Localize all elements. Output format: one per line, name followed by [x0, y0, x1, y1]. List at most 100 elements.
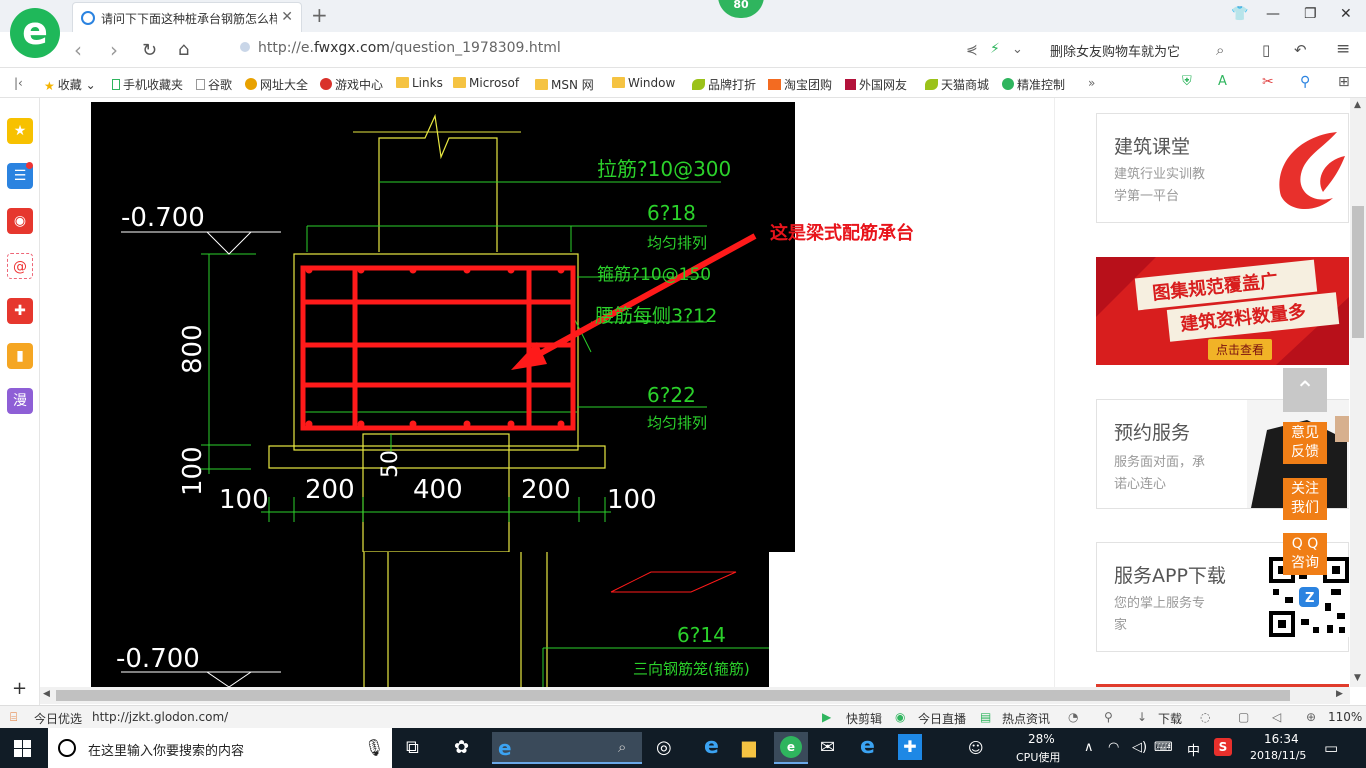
follow-us-button[interactable]: 关注 我们	[1283, 478, 1327, 520]
plus-app-icon[interactable]: ✚	[898, 734, 922, 760]
task-view-icon[interactable]: ⧉	[406, 737, 419, 758]
browser-logo[interactable]: e	[10, 8, 60, 58]
bookmark-site-directory[interactable]: 网址大全	[245, 76, 308, 93]
download-icon[interactable]: ↓	[1137, 710, 1147, 724]
bookmark-msn[interactable]: MSN 网	[535, 76, 594, 93]
pin-icon[interactable]: ⚲	[1104, 710, 1113, 724]
input-method-indicator[interactable]: 中	[1187, 740, 1200, 759]
game-controller-icon[interactable]: ✚	[7, 298, 33, 324]
bookmark-game-center[interactable]: 游戏中心	[320, 76, 383, 93]
quick-edit-link[interactable]: 快剪辑	[846, 710, 882, 727]
new-tab-button[interactable]: +	[311, 3, 328, 27]
add-sidebar-icon[interactable]: +	[12, 678, 27, 699]
qq-consult-button[interactable]: Q Q 咨询	[1283, 533, 1327, 575]
share-icon[interactable]: ⋞	[966, 42, 978, 58]
taskbar-search-box[interactable]: 在这里输入你要搜索的内容 🎙	[48, 728, 392, 768]
scroll-left-icon[interactable]: ◀	[43, 689, 50, 699]
favorites-star-icon[interactable]: ★	[7, 118, 33, 144]
more-bookmarks-icon[interactable]: »	[1088, 76, 1095, 90]
novel-icon[interactable]: ▮	[7, 343, 33, 369]
horizontal-scroll-thumb[interactable]	[56, 690, 1290, 701]
bookmark-taobao[interactable]: 淘宝团购	[768, 76, 832, 93]
email-icon[interactable]: @	[7, 253, 33, 279]
internet-explorer-icon[interactable]: e	[704, 734, 719, 759]
quick-edit-icon[interactable]: ▶	[822, 710, 831, 724]
address-bar[interactable]: http://e.fwxgx.com/question_1978309.html	[240, 40, 561, 56]
search-suggestion[interactable]: 删除女友购物车就为它	[1050, 41, 1180, 60]
translate-icon[interactable]: A	[1218, 74, 1227, 89]
live-link[interactable]: 今日直播	[918, 710, 966, 727]
active-browser-taskbar[interactable]: e	[774, 732, 808, 764]
screenshot-icon[interactable]: ✂	[1262, 74, 1274, 90]
keyboard-icon[interactable]: ⌨	[1154, 740, 1173, 755]
bookmark-microsoft[interactable]: Microsof	[453, 76, 519, 90]
edge-icon[interactable]: e	[860, 734, 875, 759]
pinwheel-app-icon[interactable]: ✿	[454, 737, 469, 758]
browser-tab[interactable]: 请问下下面这种桩承台钢筋怎么样 ✕	[72, 2, 302, 32]
weibo-icon[interactable]: ◉	[7, 208, 33, 234]
manga-icon[interactable]: 漫	[7, 388, 33, 414]
feedback-button[interactable]: 意见 反馈	[1283, 422, 1327, 464]
chevron-down-icon[interactable]: ⌄	[1012, 42, 1023, 57]
sidebar-toggle-icon[interactable]: |‹	[14, 76, 23, 90]
bookmark-foreign-netizens[interactable]: 外国网友	[845, 76, 907, 93]
back-to-top-button[interactable]: ⌃	[1283, 368, 1327, 412]
minimize-icon[interactable]: —	[1266, 6, 1280, 22]
promo-banner[interactable]: 图集规范覆盖广 建筑资料数量多 点击查看	[1096, 257, 1349, 365]
browser-swirl-icon[interactable]: ◎	[656, 737, 672, 758]
home-icon[interactable]: ⌂	[178, 39, 189, 60]
scroll-up-icon[interactable]: ▲	[1354, 100, 1361, 110]
shirt-icon[interactable]: 👕	[1231, 6, 1248, 22]
close-tab-icon[interactable]: ✕	[281, 9, 293, 25]
gift-icon[interactable]: ⌸	[10, 710, 17, 725]
scroll-right-icon[interactable]: ▶	[1336, 689, 1343, 699]
banner-view-button[interactable]: 点击查看	[1208, 339, 1273, 360]
mail-icon[interactable]: ✉	[820, 737, 835, 758]
bookmark-google[interactable]: 谷歌	[196, 76, 232, 93]
bookmark-links[interactable]: Links	[396, 76, 443, 90]
score-badge[interactable]: 80	[718, 0, 764, 18]
hot-news-link[interactable]: 热点资讯	[1002, 710, 1050, 727]
forward-icon[interactable]: ›	[110, 38, 118, 62]
undo-icon[interactable]: ↶	[1294, 41, 1307, 59]
clean-icon[interactable]: ◌	[1200, 710, 1210, 724]
bookmark-brand-discount[interactable]: 品牌打折	[692, 76, 756, 93]
bookmark-favorites[interactable]: ★ 收藏 ⌄	[44, 76, 96, 93]
volume-icon[interactable]: ◁	[1272, 710, 1281, 724]
zoom-icon[interactable]: ⊕	[1306, 710, 1316, 724]
notification-center-icon[interactable]: ▭	[1324, 739, 1338, 757]
ie-taskbar-window[interactable]: e ⌕	[492, 732, 642, 764]
apps-icon[interactable]: ⊞	[1338, 74, 1350, 90]
download-link[interactable]: 下载	[1158, 710, 1182, 727]
news-icon[interactable]: ▤	[980, 710, 991, 724]
bookmark-mobile[interactable]: 手机收藏夹	[112, 76, 183, 93]
bookmark-windows[interactable]: Window	[612, 76, 675, 90]
window-icon[interactable]: ▢	[1238, 710, 1249, 724]
site-info-icon[interactable]	[240, 42, 250, 52]
people-icon[interactable]: ☺	[968, 739, 984, 757]
phone-icon[interactable]: ▯	[1262, 41, 1270, 59]
windows-start-icon[interactable]	[14, 740, 31, 757]
restore-icon[interactable]: ❐	[1304, 6, 1317, 22]
course-card[interactable]: 建筑课堂 建筑行业实训教 学第一平台	[1096, 113, 1349, 223]
search-icon[interactable]: ⌕	[1216, 41, 1224, 59]
today-pick-link[interactable]: 今日优选	[34, 710, 82, 727]
clock-time[interactable]: 16:34	[1264, 732, 1299, 746]
volume-icon[interactable]: ◁)	[1132, 740, 1147, 755]
wifi-icon[interactable]: ◠	[1108, 740, 1119, 755]
back-icon[interactable]: ‹	[74, 38, 82, 62]
clock-date[interactable]: 2018/11/5	[1250, 749, 1306, 762]
sogou-ime-icon[interactable]: S	[1214, 738, 1232, 756]
menu-icon[interactable]: ≡	[1336, 39, 1350, 59]
microphone-icon[interactable]: 🎙	[364, 738, 384, 757]
horizontal-scrollbar[interactable]: ◀ ▶	[40, 687, 1350, 704]
scroll-down-icon[interactable]: ▼	[1354, 673, 1361, 683]
file-explorer-icon[interactable]: ▆	[742, 737, 756, 758]
bookmark-precision-control[interactable]: 精准控制	[1002, 76, 1065, 93]
close-window-icon[interactable]: ✕	[1340, 6, 1352, 22]
vertical-scrollbar[interactable]: ▲ ▼	[1350, 98, 1366, 687]
speed-icon[interactable]: ◔	[1068, 710, 1078, 724]
lightning-icon[interactable]: ⚡	[990, 41, 1000, 57]
vertical-scroll-thumb[interactable]	[1352, 206, 1364, 338]
search-icon[interactable]: ⚲	[1300, 74, 1310, 90]
